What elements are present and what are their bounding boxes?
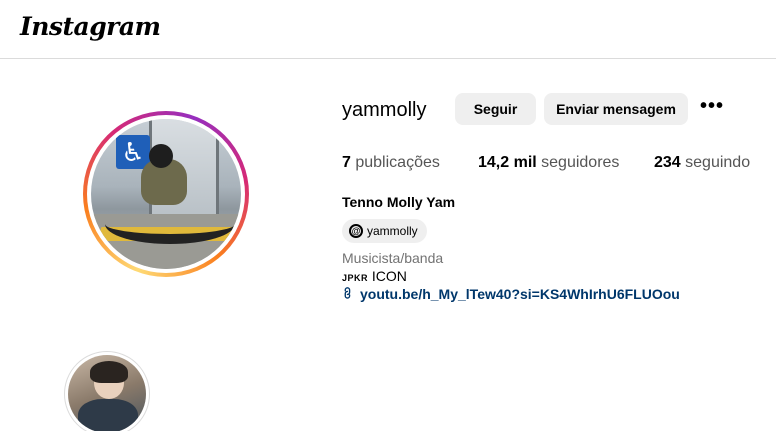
link-text[interactable]: youtu.be/h_My_lTew40?si=KS4WhIrhU6FLUOou: [360, 286, 680, 302]
follow-button[interactable]: Seguir: [455, 93, 536, 125]
profile-link[interactable]: youtu.be/h_My_lTew40?si=KS4WhIrhU6FLUOou: [342, 286, 680, 302]
instagram-logo[interactable]: Instagram: [20, 12, 161, 41]
accessibility-sign-icon: ♿: [116, 135, 150, 169]
posts-count-value: 7: [342, 154, 351, 171]
bio-text: ICON: [371, 268, 407, 284]
followers-count-value: 14,2 mil: [478, 154, 537, 171]
threads-handle: yammolly: [367, 224, 418, 238]
posts-count-label: publicações: [355, 154, 440, 171]
story-highlight[interactable]: [64, 351, 150, 431]
bio-tag: JPKR: [342, 273, 369, 283]
following-count[interactable]: 234 seguindo: [654, 154, 750, 172]
avatar-photo: ♿: [91, 119, 241, 269]
profile-avatar[interactable]: ♿: [83, 111, 249, 277]
following-count-label: seguindo: [685, 154, 751, 171]
posts-count: 7 publicações: [342, 154, 440, 172]
more-options-icon[interactable]: •••: [700, 96, 724, 118]
profile-username: yammolly: [342, 99, 427, 121]
followers-count-label: seguidores: [541, 154, 620, 171]
following-count-value: 234: [654, 154, 681, 171]
threads-badge[interactable]: @ yammolly: [342, 219, 427, 243]
top-bar: Instagram: [0, 0, 776, 59]
link-icon: [338, 284, 359, 305]
profile-category: Musicista/banda: [342, 250, 444, 266]
followers-count[interactable]: 14,2 mil seguidores: [478, 154, 619, 172]
profile-bio: JPKR ICON: [342, 268, 407, 284]
highlight-photo: [68, 355, 146, 431]
send-message-button[interactable]: Enviar mensagem: [544, 93, 688, 125]
threads-icon: @: [349, 224, 363, 238]
profile-full-name: Tenno Molly Yam: [342, 194, 456, 210]
